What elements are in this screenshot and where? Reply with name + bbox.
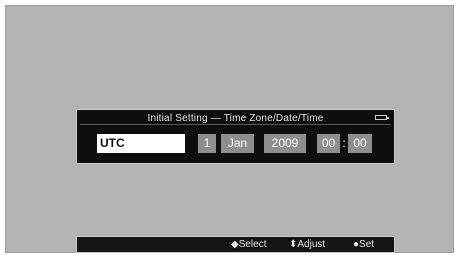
dialog-title: Initial Setting — Time Zone/Date/Time bbox=[147, 112, 324, 124]
minute-field[interactable]: 00 bbox=[348, 134, 372, 153]
initial-setting-dialog: Initial Setting — Time Zone/Date/Time UT… bbox=[76, 109, 395, 164]
day-field[interactable]: 1 bbox=[198, 134, 216, 153]
hour-field[interactable]: 00 bbox=[317, 134, 340, 153]
battery-icon bbox=[375, 115, 389, 120]
dialog-title-bar: Initial Setting — Time Zone/Date/Time bbox=[80, 112, 391, 125]
select-hint: ◆Select bbox=[231, 239, 267, 250]
time-zone-date-time-row: UTC 1 Jan 2009 00 : 00 bbox=[97, 134, 387, 154]
month-field[interactable]: Jan bbox=[221, 134, 254, 153]
time-separator: : bbox=[342, 136, 346, 150]
set-hint: ●Set bbox=[353, 239, 375, 250]
camera-screen: Initial Setting — Time Zone/Date/Time UT… bbox=[5, 5, 454, 253]
adjust-hint: ⬍Adjust bbox=[289, 239, 326, 250]
year-field[interactable]: 2009 bbox=[264, 134, 306, 153]
operation-guide-bar: ◆Select ⬍Adjust ●Set bbox=[76, 236, 395, 253]
time-zone-field[interactable]: UTC bbox=[97, 134, 185, 153]
